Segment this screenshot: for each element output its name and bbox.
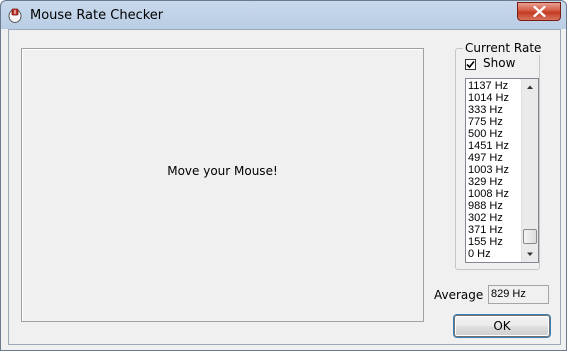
rate-list-item[interactable]: 1008 Hz: [468, 188, 522, 200]
checkmark-icon: [466, 60, 475, 69]
show-checkbox-label[interactable]: Show: [483, 56, 515, 70]
current-rate-group-label: Current Rate: [463, 41, 544, 55]
mouse-tracking-area[interactable]: Move your Mouse!: [21, 48, 424, 322]
rate-list-item[interactable]: 0 Hz: [468, 248, 522, 260]
average-value-field: 829 Hz: [488, 285, 549, 304]
close-icon: [533, 6, 546, 17]
app-window: Mouse Rate Checker Move your Mouse! Curr…: [0, 0, 567, 351]
rate-list-item[interactable]: 988 Hz: [468, 200, 522, 212]
rate-list-item[interactable]: 1137 Hz: [468, 80, 522, 92]
rate-list-item[interactable]: 329 Hz: [468, 176, 522, 188]
rate-list-item[interactable]: 1451 Hz: [468, 140, 522, 152]
show-checkbox[interactable]: [465, 59, 476, 70]
rate-list-item[interactable]: 302 Hz: [468, 212, 522, 224]
rate-list-item[interactable]: 1014 Hz: [468, 92, 522, 104]
rate-list-item[interactable]: 371 Hz: [468, 224, 522, 236]
ok-button[interactable]: OK: [454, 315, 550, 337]
rate-list-items: 1137 Hz 1014 Hz 333 Hz 775 Hz 500 Hz 1451 Hz 4…: [468, 80, 522, 260]
window-title: Mouse Rate Checker: [30, 8, 164, 23]
average-label: Average: [434, 288, 484, 302]
rate-list-item[interactable]: 497 Hz: [468, 152, 522, 164]
listbox-scrollbar[interactable]: [521, 79, 538, 262]
mouse-message: Move your Mouse!: [167, 164, 278, 178]
rate-listbox[interactable]: 1137 Hz 1014 Hz 333 Hz 775 Hz 500 Hz 1451 Hz 4…: [465, 78, 539, 263]
scroll-down-button[interactable]: [522, 246, 538, 262]
rate-list-item[interactable]: 1003 Hz: [468, 164, 522, 176]
arrow-up-icon: [527, 85, 533, 89]
arrow-down-icon: [527, 252, 533, 256]
scroll-thumb[interactable]: [523, 229, 537, 244]
scroll-up-button[interactable]: [522, 79, 538, 95]
dialog-client-area: Move your Mouse! Current Rate Show 1137 …: [8, 29, 561, 345]
rate-list-item[interactable]: 333 Hz: [468, 104, 522, 116]
rate-list-item[interactable]: 500 Hz: [468, 128, 522, 140]
rate-list-item[interactable]: 155 Hz: [468, 236, 522, 248]
title-bar[interactable]: Mouse Rate Checker: [1, 1, 568, 29]
rate-list-item[interactable]: 775 Hz: [468, 116, 522, 128]
close-button[interactable]: [517, 2, 561, 21]
mouse-app-icon[interactable]: [7, 7, 23, 23]
